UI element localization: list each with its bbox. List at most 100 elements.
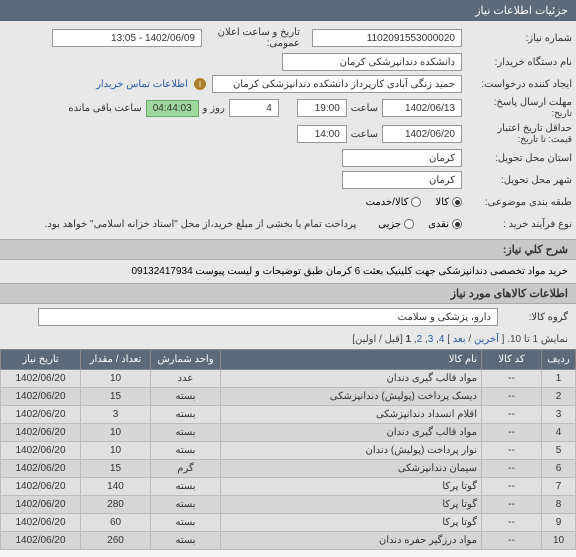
cell-name: گوتا پرکا (221, 478, 482, 496)
time2: 14:00 (297, 125, 347, 143)
city-label: شهر محل تحویل: (462, 175, 572, 186)
pager-prefix: نمایش 1 تا 10. [ (499, 334, 568, 345)
class-goods-label: کالا (435, 197, 449, 208)
buy-cash-radio[interactable]: نقدی (428, 219, 462, 230)
cell-code: -- (482, 388, 542, 406)
desc-section-title: شرح کلي نیاز: (0, 239, 576, 260)
cell-row: 9 (542, 514, 576, 532)
page-title: جزئیات اطلاعات نیاز (475, 5, 568, 17)
class-service-radio[interactable]: کالا/خدمت (366, 197, 422, 208)
buyer-value: دانشکده دندانپزشکی کرمان (282, 53, 462, 71)
cell-date: 1402/06/20 (1, 406, 81, 424)
cell-date: 1402/06/20 (1, 388, 81, 406)
days-label: روز و (199, 103, 229, 114)
cell-code: -- (482, 532, 542, 550)
table-row: 8--گوتا پرکابسته2801402/06/20 (1, 496, 576, 514)
requester-value: حمید زنگی آبادی کارپرداز دانشکده دندانپز… (212, 75, 462, 93)
th-row: ردیف (542, 350, 576, 370)
cell-qty: 260 (81, 532, 151, 550)
cell-qty: 15 (81, 460, 151, 478)
radio-icon (452, 197, 462, 207)
cell-date: 1402/06/20 (1, 370, 81, 388)
city-value: کرمان (342, 171, 462, 189)
buy-radio-group: نقدی جزیی پرداخت تمام یا بخشی از مبلغ خر… (45, 219, 462, 230)
cell-row: 3 (542, 406, 576, 424)
info-icon: i (194, 78, 206, 90)
cell-row: 8 (542, 496, 576, 514)
valid-label: حداقل تاریخ اعتبارقیمت: تا تاریخ: (462, 123, 572, 145)
cell-unit: گرم (151, 460, 221, 478)
cell-unit: بسته (151, 406, 221, 424)
table-row: 9--گوتا پرکابسته601402/06/20 (1, 514, 576, 532)
cell-row: 4 (542, 424, 576, 442)
cell-date: 1402/06/20 (1, 496, 81, 514)
goods-table: ردیف کد کالا نام کالا واحد شمارش تعداد /… (0, 349, 576, 550)
buy-partial-radio[interactable]: جزیی (378, 219, 414, 230)
cell-date: 1402/06/20 (1, 532, 81, 550)
cell-qty: 10 (81, 424, 151, 442)
cell-date: 1402/06/20 (1, 460, 81, 478)
cell-unit: بسته (151, 388, 221, 406)
pager: نمایش 1 تا 10. [ آخرین / بعد ] 4, 3, 2, … (0, 330, 576, 349)
class-label: طبقه بندی موضوعی: (462, 197, 572, 208)
date1: 1402/06/13 (382, 99, 462, 117)
cell-qty: 140 (81, 478, 151, 496)
table-row: 3--اقلام انسداد دندانپزشکیبسته31402/06/2… (1, 406, 576, 424)
cell-name: گوتا پرکا (221, 514, 482, 532)
desc-text: خرید مواد تخصصی دندانپزشکی جهت کلینیک بع… (0, 260, 576, 283)
cell-unit: بسته (151, 478, 221, 496)
need-no-value: 1102091553000020 (312, 29, 462, 47)
contact-link[interactable]: اطلاعات تماس خریدار (96, 79, 188, 90)
province-value: کرمان (342, 149, 462, 167)
radio-icon (404, 219, 414, 229)
th-qty: تعداد / مقدار (81, 350, 151, 370)
time-label-1: ساعت (347, 103, 382, 114)
cell-unit: بسته (151, 442, 221, 460)
cell-code: -- (482, 460, 542, 478)
table-header-row: ردیف کد کالا نام کالا واحد شمارش تعداد /… (1, 350, 576, 370)
contact-link-wrap[interactable]: i اطلاعات تماس خریدار (96, 78, 212, 90)
table-row: 2--دیسک پرداخت (پولیش) دندانپزشکیبسته151… (1, 388, 576, 406)
th-unit: واحد شمارش (151, 350, 221, 370)
cell-name: مواد قالب گیری دندان (221, 370, 482, 388)
time1: 19:00 (297, 99, 347, 117)
table-row: 7--گوتا پرکابسته1401402/06/20 (1, 478, 576, 496)
group-label: گروه کالا: (498, 312, 568, 323)
goods-section-title: اطلاعات کالاهای مورد نیاز (0, 283, 576, 304)
table-row: 5--نوار پرداخت (پولیش) دندانبسته101402/0… (1, 442, 576, 460)
cell-name: نوار پرداخت (پولیش) دندان (221, 442, 482, 460)
form-area: شماره نیاز: 1102091553000020 تاریخ و ساع… (0, 21, 576, 239)
announce-label: تاریخ و ساعت اعلان عمومی: (202, 27, 312, 49)
cell-name: دیسک پرداخت (پولیش) دندانپزشکی (221, 388, 482, 406)
time-label-2: ساعت (347, 129, 382, 140)
cell-name: مواد قالب گیری دندان (221, 424, 482, 442)
cell-unit: بسته (151, 496, 221, 514)
cell-row: 6 (542, 460, 576, 478)
cell-row: 7 (542, 478, 576, 496)
pager-next[interactable]: بعد (453, 334, 466, 345)
table-row: 10--مواد درزگیر حفره دندانبسته2601402/06… (1, 532, 576, 550)
page-header: جزئیات اطلاعات نیاز (0, 0, 576, 21)
cell-qty: 10 (81, 370, 151, 388)
cell-code: -- (482, 442, 542, 460)
cell-code: -- (482, 496, 542, 514)
cell-row: 10 (542, 532, 576, 550)
class-goods-radio[interactable]: کالا (435, 197, 462, 208)
table-row: 4--مواد قالب گیری دندانبسته101402/06/20 (1, 424, 576, 442)
buy-type-label: نوع فرآیند خرید : (462, 219, 572, 230)
send-deadline-label: مهلت ارسال پاسخ:تاریخ: (462, 97, 572, 119)
announce-value: 1402/06/09 - 13:05 (52, 29, 202, 47)
pager-last[interactable]: آخرین (474, 334, 499, 345)
cell-unit: بسته (151, 532, 221, 550)
cell-name: گوتا پرکا (221, 496, 482, 514)
cell-qty: 15 (81, 388, 151, 406)
buy-cash-label: نقدی (428, 219, 449, 230)
cell-qty: 60 (81, 514, 151, 532)
cell-unit: بسته (151, 514, 221, 532)
cell-code: -- (482, 478, 542, 496)
cell-date: 1402/06/20 (1, 424, 81, 442)
th-date: تاریخ نیاز (1, 350, 81, 370)
buy-partial-label: جزیی (378, 219, 401, 230)
cell-qty: 10 (81, 442, 151, 460)
date2: 1402/06/20 (382, 125, 462, 143)
